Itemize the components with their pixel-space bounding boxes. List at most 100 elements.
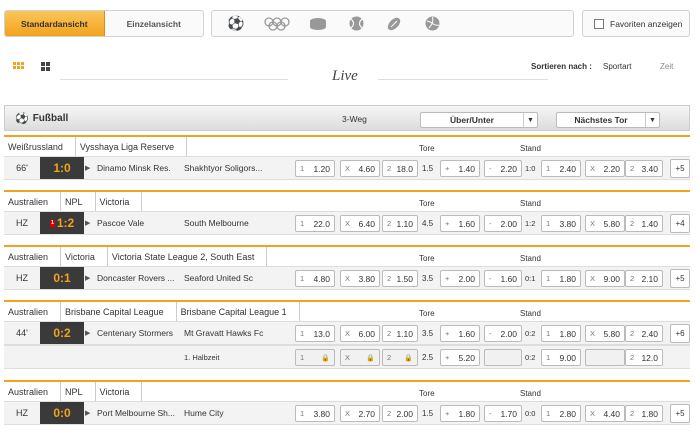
breadcrumb-item[interactable]: Australien [4, 302, 62, 321]
more-markets-button[interactable]: +5 [670, 269, 690, 288]
expand-arrow-icon[interactable]: ▶ [85, 402, 93, 424]
standard-view-button[interactable]: Standardansicht [5, 11, 105, 36]
list-view-icon[interactable] [13, 62, 24, 69]
football-icon[interactable] [382, 14, 406, 34]
expand-arrow-icon[interactable]: ▶ [85, 212, 93, 234]
odds-button[interactable]: 2 2.10 [625, 270, 663, 287]
odds-button[interactable]: 2 1.40 [625, 215, 663, 232]
odds-button[interactable]: +1.40 [440, 160, 480, 177]
odds-button[interactable]: +1.80 [440, 405, 480, 422]
odds-button[interactable]: 1 2.80 [541, 405, 581, 422]
odds-button[interactable]: 2 1.10 [382, 325, 418, 342]
odds-button[interactable]: +1.60 [440, 325, 480, 342]
odds-button[interactable]: -2.00 [484, 325, 522, 342]
expand-arrow-icon[interactable]: ▶ [85, 267, 93, 289]
odds-button[interactable]: +2.00 [440, 270, 480, 287]
breadcrumb-item[interactable]: Victoria [96, 192, 143, 211]
odds-button[interactable]: X 2.70 [340, 405, 380, 422]
odds-button[interactable]: 1 22.0 [295, 215, 335, 232]
match-score: 1:0 [40, 157, 84, 179]
odds-button[interactable]: +5.20 [440, 349, 480, 366]
odds-button[interactable]: 1 3.80 [541, 215, 581, 232]
odds-key: X [345, 353, 351, 362]
score-column-header: Stand [520, 254, 541, 263]
breadcrumb-item[interactable]: Victoria [61, 247, 108, 266]
grid-view-icon[interactable] [41, 62, 50, 71]
odds-button[interactable]: 2 1.10 [382, 215, 418, 232]
odds-button[interactable]: 2 2.00 [382, 405, 418, 422]
breadcrumb-item[interactable]: NPL [61, 382, 96, 401]
more-markets-button[interactable]: +5 [670, 404, 690, 423]
breadcrumb-item[interactable]: Brisbane Capital League [61, 302, 177, 321]
tennis-ball-icon[interactable] [344, 14, 368, 34]
odds-key: + [445, 329, 450, 338]
breadcrumb-item[interactable]: Brisbane Capital League 1 [177, 302, 300, 321]
odds-button[interactable]: 1 1.20 [295, 160, 335, 177]
odds-button[interactable]: -2.00 [484, 215, 522, 232]
odds-button[interactable]: X 2.20 [585, 160, 625, 177]
odds-value: 1.50 [396, 273, 413, 284]
more-markets-button[interactable]: +5 [670, 159, 690, 178]
single-view-button[interactable]: Einzelansicht [105, 11, 204, 36]
sort-by-time[interactable]: Zeit [660, 62, 673, 71]
breadcrumb-item[interactable]: NPL [61, 192, 96, 211]
odds-button[interactable]: X 4.40 [585, 405, 625, 422]
odds-button[interactable]: 1 13.0 [295, 325, 335, 342]
more-markets-button[interactable]: +4 [670, 214, 690, 233]
olympics-rings-icon[interactable] [262, 14, 292, 34]
favorites-toggle[interactable]: Favoriten anzeigen [582, 10, 690, 37]
odds-button[interactable]: 1 9.00 [541, 349, 581, 366]
breadcrumb-item[interactable]: Weißrussland [4, 137, 76, 156]
odds-button[interactable]: 2 1.80 [625, 405, 663, 422]
breadcrumb-item[interactable]: Victoria State League 2, South East [108, 247, 268, 266]
odds-button[interactable]: X 9.00 [585, 270, 625, 287]
odds-button[interactable]: 2 18.0 [382, 160, 418, 177]
expand-arrow-icon[interactable]: ▶ [85, 157, 93, 179]
odds-button[interactable]: 1 1.80 [541, 325, 581, 342]
expand-arrow-icon[interactable]: ▶ [85, 322, 93, 344]
current-score: 1:2 [525, 218, 536, 228]
goal-line: 1.5 [422, 163, 434, 173]
soccer-ball-icon[interactable]: ⚽ [224, 14, 248, 34]
hockey-puck-icon[interactable] [306, 14, 330, 34]
odds-button[interactable]: -2.20 [484, 160, 522, 177]
odds-key: 2 [630, 164, 635, 173]
odds-button[interactable]: 1 1.80 [541, 270, 581, 287]
odds-button[interactable]: 1 3.80 [295, 405, 335, 422]
next-goal-dropdown[interactable]: Nächstes Tor ▼ [556, 112, 660, 128]
breadcrumb-item[interactable]: Australien [4, 247, 62, 266]
odds-value: 4.80 [313, 273, 330, 284]
odds-button[interactable]: 2 12.0 [625, 349, 663, 366]
odds-button[interactable]: +1.60 [440, 215, 480, 232]
odds-button[interactable]: X 5.80 [585, 215, 625, 232]
more-markets-button[interactable]: +6 [670, 324, 690, 343]
breadcrumb-item[interactable]: Australien [4, 382, 62, 401]
odds-button[interactable]: 2 3.40 [625, 160, 663, 177]
odds-button[interactable]: 2 2.40 [625, 325, 663, 342]
odds-value: 2.00 [458, 273, 475, 284]
volleyball-icon[interactable] [420, 14, 444, 34]
odds-key: 2 [630, 329, 635, 338]
odds-button[interactable]: X 3.80 [340, 270, 380, 287]
odds-button[interactable]: 1 2.40 [541, 160, 581, 177]
breadcrumb-item[interactable]: Victoria [96, 382, 143, 401]
sort-by-sport[interactable]: Sportart [603, 62, 631, 71]
breadcrumb-item[interactable]: Australien [4, 192, 62, 211]
breadcrumb-item[interactable]: Vysshaya Liga Reserve [76, 137, 188, 156]
odds-button[interactable]: 2 1.50 [382, 270, 418, 287]
favorites-checkbox[interactable] [594, 18, 604, 29]
score-column-header: Stand [520, 309, 541, 318]
match-score: 0:1 [40, 267, 84, 289]
odds-button[interactable]: X 6.00 [340, 325, 380, 342]
odds-value: 2.70 [358, 408, 375, 419]
odds-button[interactable]: -1.70 [484, 405, 522, 422]
odds-value: 1.80 [458, 408, 475, 419]
odds-button[interactable]: X 5.80 [585, 325, 625, 342]
odds-button[interactable]: X 4.60 [340, 160, 380, 177]
odds-button[interactable]: X 6.40 [340, 215, 380, 232]
odds-button[interactable]: -1.60 [484, 270, 522, 287]
goal-line: 1.5 [422, 408, 434, 418]
goals-market-dropdown[interactable]: Über/Unter ▼ [420, 112, 538, 128]
current-score: 0:1 [525, 273, 536, 283]
odds-button[interactable]: 1 4.80 [295, 270, 335, 287]
